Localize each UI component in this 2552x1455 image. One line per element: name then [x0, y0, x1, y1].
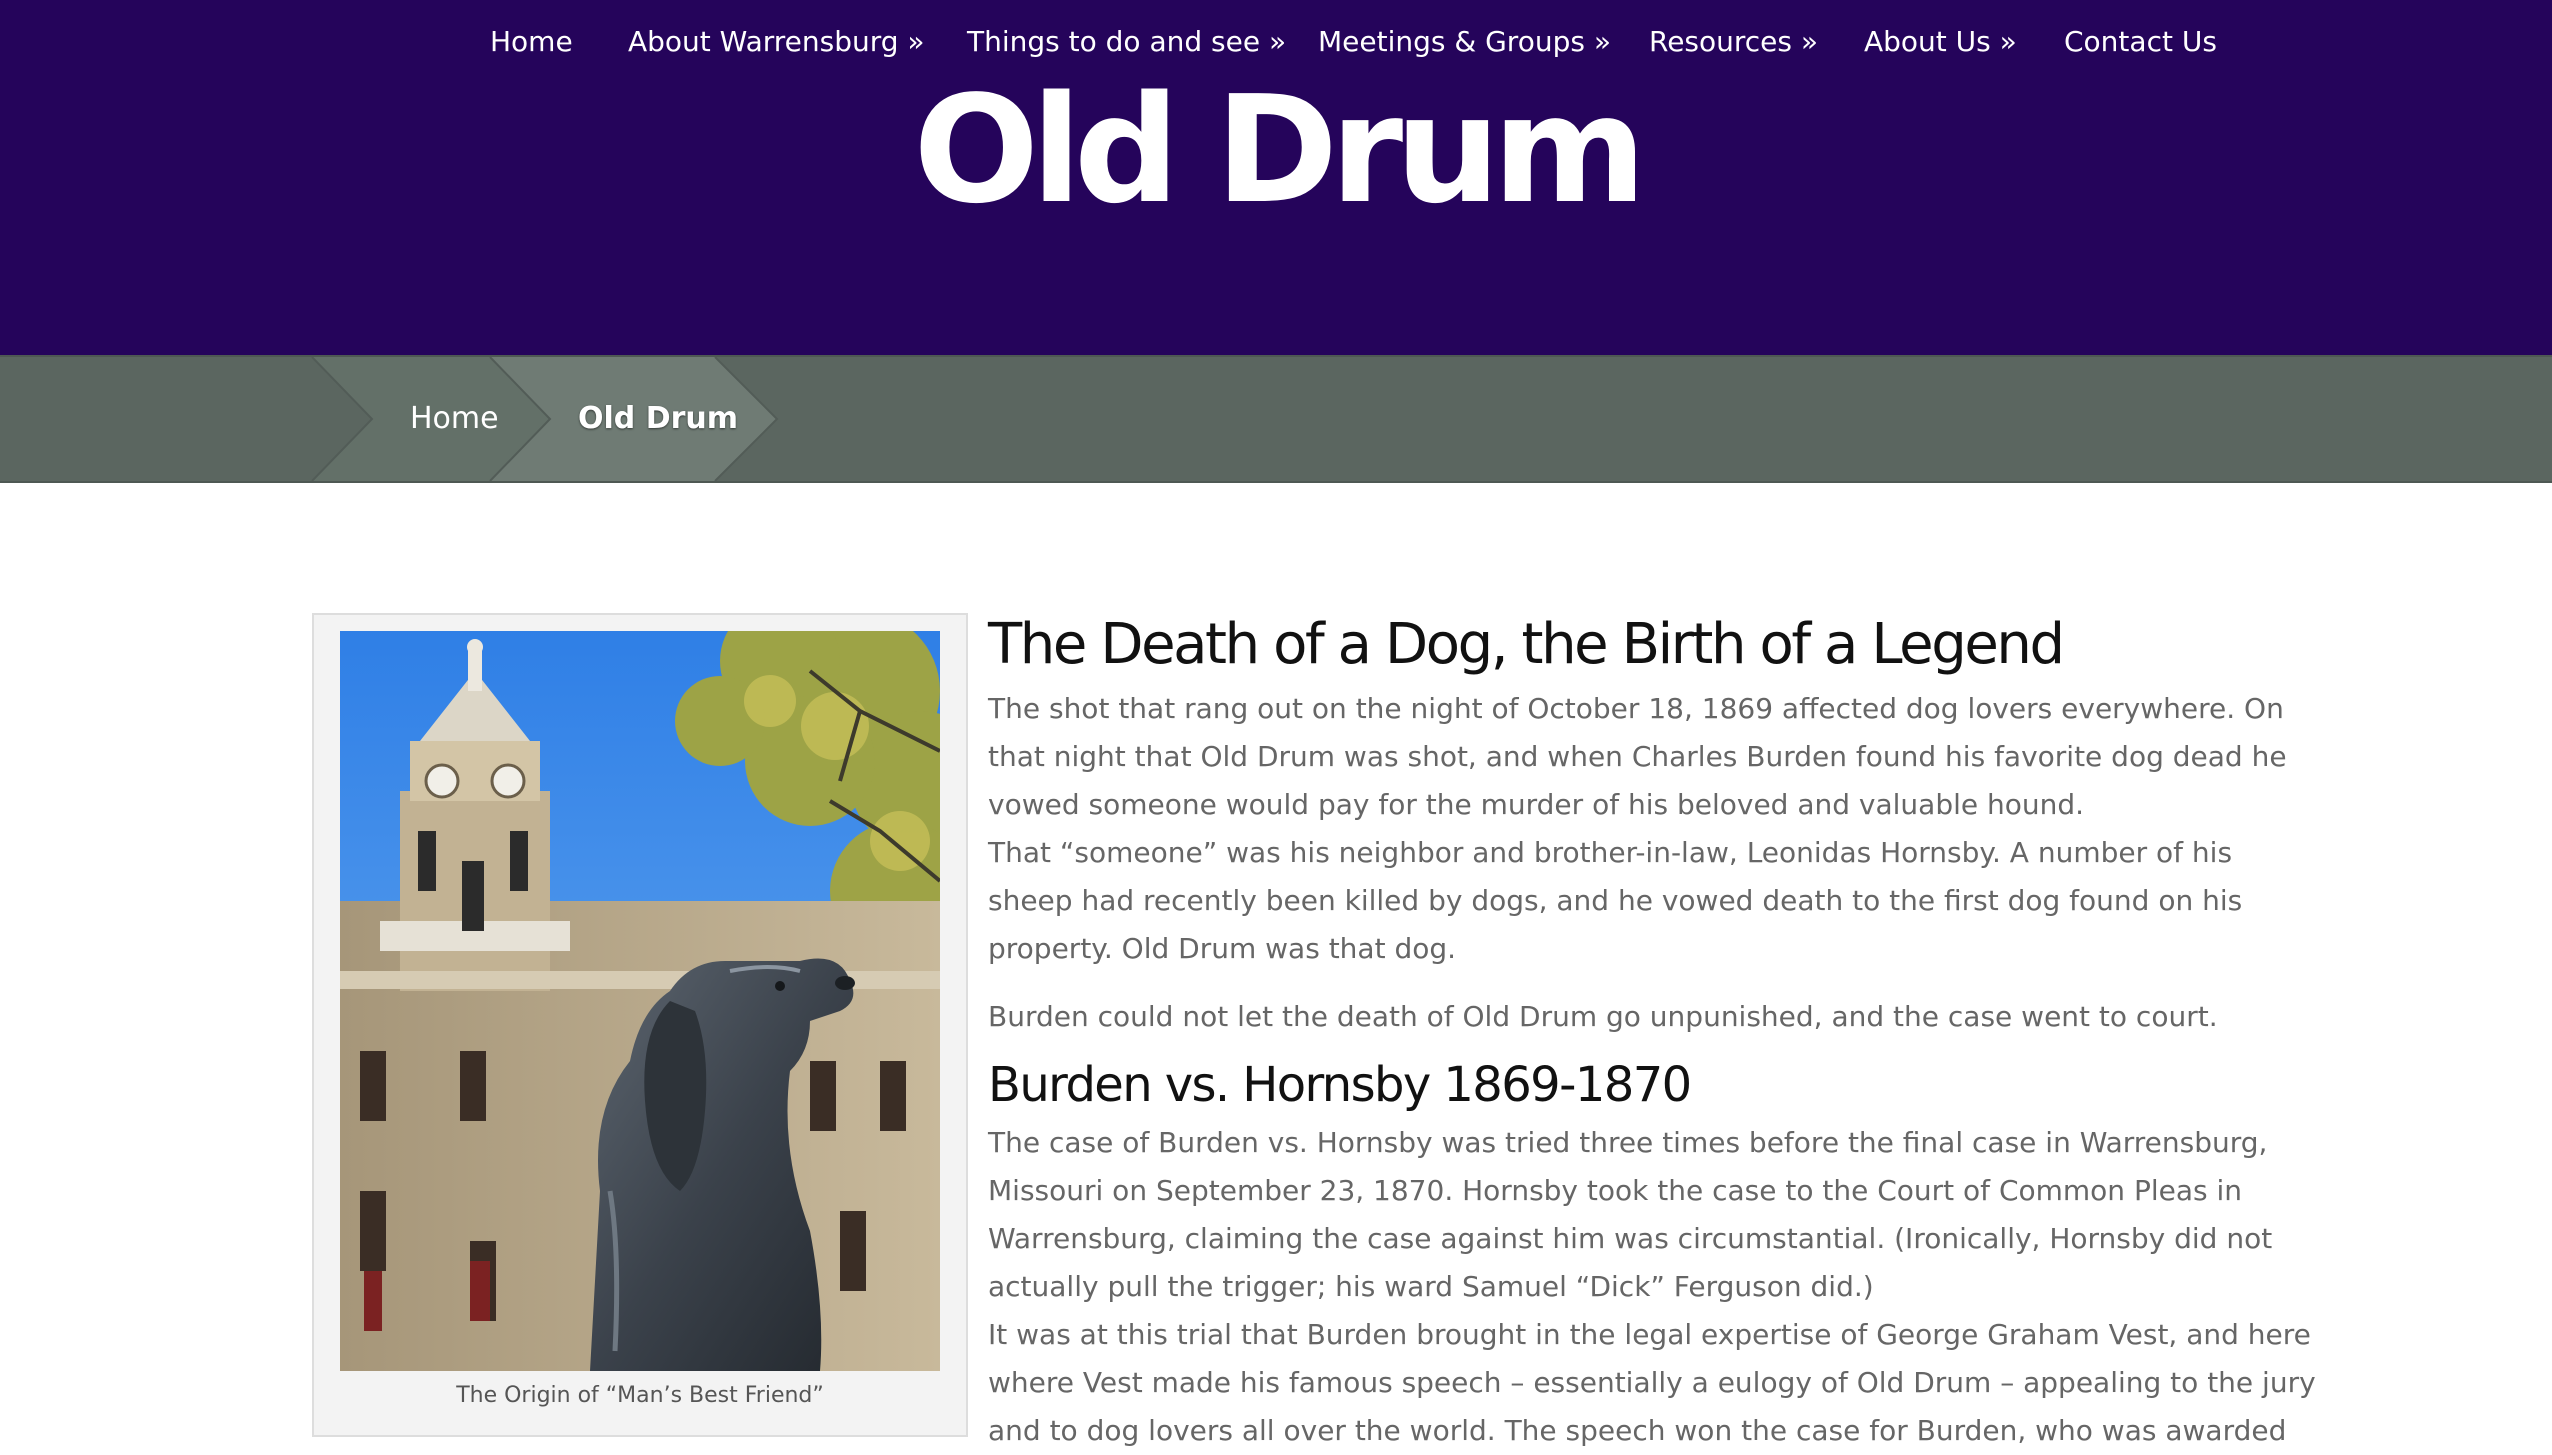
nav-item-home[interactable]: Home	[490, 22, 573, 62]
old-drum-statue-image	[340, 631, 940, 1371]
paragraph-line: Warrensburg, claiming the case against h…	[988, 1222, 2273, 1255]
paragraph-line: vowed someone would pay for the murder o…	[988, 788, 2085, 821]
nav-item-contact-us[interactable]: Contact Us	[2064, 22, 2217, 62]
figure-caption: The Origin of “Man’s Best Friend”	[456, 1383, 824, 1408]
article-heading-death-of-a-dog: The Death of a Dog, the Birth of a Legen…	[988, 612, 2065, 677]
paragraph-line: that night that Old Drum was shot, and w…	[988, 740, 2287, 773]
nav-item-things-to-do[interactable]: Things to do and see »	[967, 22, 1286, 62]
paragraph-line: property. Old Drum was that dog.	[988, 932, 1457, 965]
site-title: Old Drum	[913, 64, 1646, 236]
breadcrumb-current: Old Drum	[578, 401, 739, 436]
paragraph-line: Burden could not let the death of Old Dr…	[988, 1000, 2218, 1033]
nav-item-meetings-groups[interactable]: Meetings & Groups »	[1318, 22, 1611, 62]
nav-item-about-us[interactable]: About Us »	[1864, 22, 2017, 62]
statue-photo-illustration	[340, 631, 940, 1371]
paragraph-line: where Vest made his famous speech – esse…	[988, 1366, 2316, 1399]
breadcrumb-arrows	[311, 357, 779, 481]
paragraph-line: sheep had recently been killed by dogs, …	[988, 884, 2243, 917]
paragraph-line: Missouri on September 23, 1870. Hornsby …	[988, 1174, 2243, 1207]
nav-item-about-warrensburg[interactable]: About Warrensburg »	[628, 22, 925, 62]
article-heading-burden-vs-hornsby: Burden vs. Hornsby 1869-1870	[988, 1057, 1692, 1113]
article-figure: The Origin of “Man’s Best Friend”	[312, 613, 968, 1437]
paragraph-line: The case of Burden vs. Hornsby was tried…	[988, 1126, 2268, 1159]
nav-item-resources[interactable]: Resources »	[1649, 22, 1818, 62]
paragraph-line: and to dog lovers all over the world. Th…	[988, 1414, 2287, 1447]
breadcrumb-home-link[interactable]: Home	[410, 399, 499, 439]
paragraph-line: That “someone” was his neighbor and brot…	[988, 836, 2233, 869]
paragraph-line: It was at this trial that Burden brought…	[988, 1318, 2311, 1351]
top-nav: Home About Warrensburg » Things to do an…	[0, 22, 2552, 62]
paragraph-line: actually pull the trigger; his ward Samu…	[988, 1270, 1874, 1303]
breadcrumb: Home Old Drum	[0, 355, 2552, 483]
paragraph-line: The shot that rang out on the night of O…	[988, 692, 2284, 725]
site-header: Home About Warrensburg » Things to do an…	[0, 0, 2552, 355]
